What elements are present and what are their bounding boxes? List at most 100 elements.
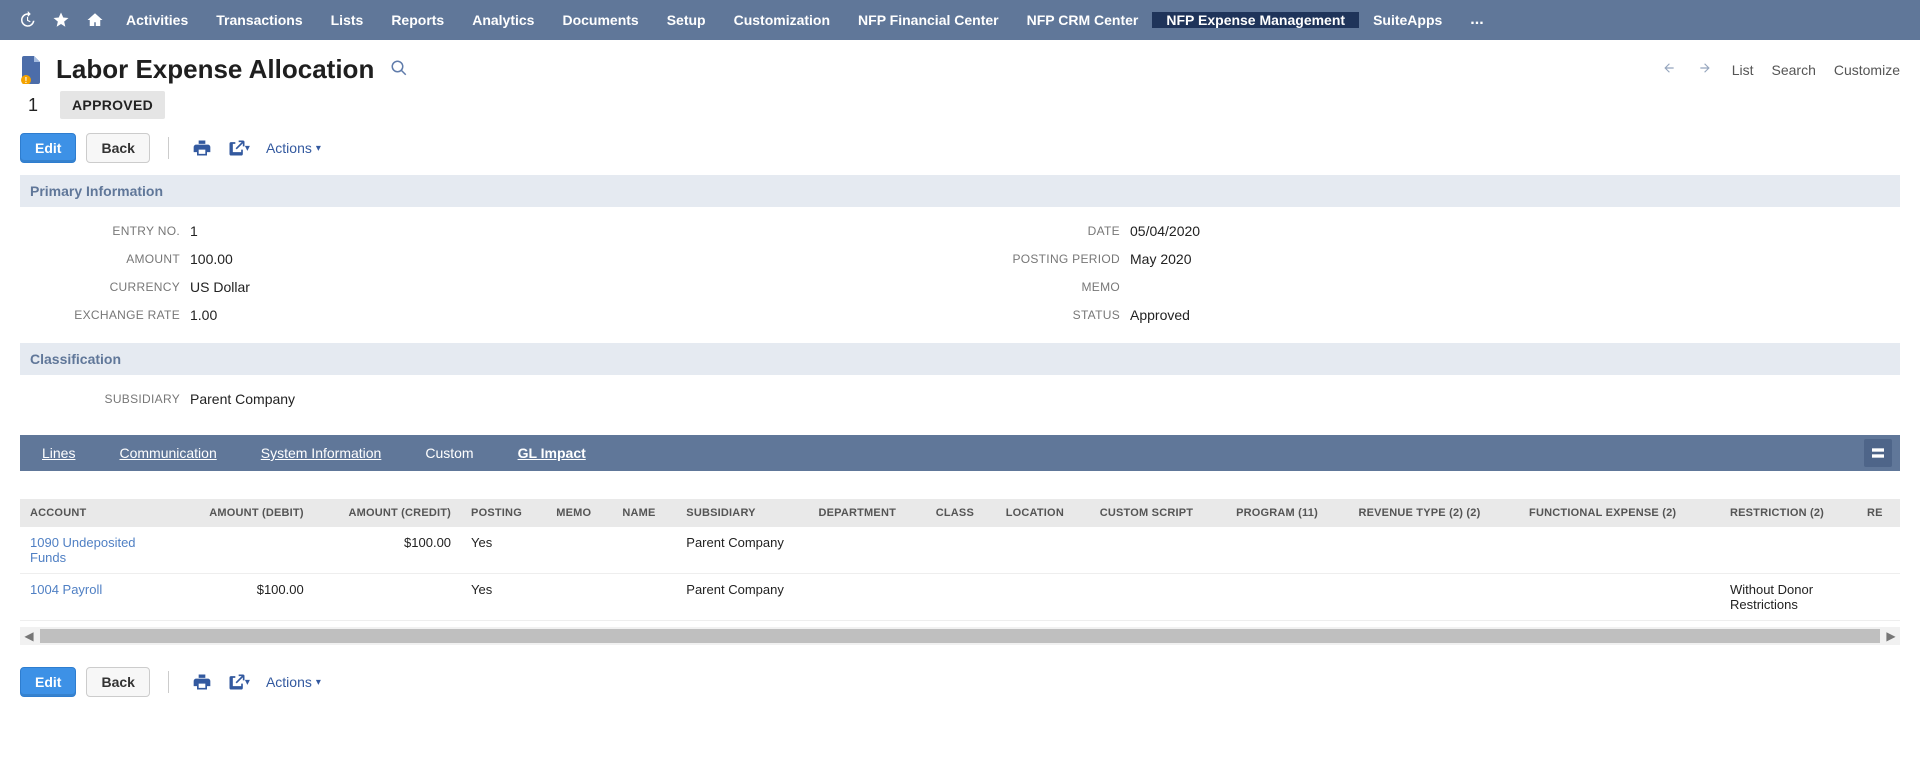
label-subsidiary: SUBSIDIARY xyxy=(20,392,190,406)
nav-item-lists[interactable]: Lists xyxy=(317,12,378,28)
home-icon[interactable] xyxy=(78,0,112,40)
col-program[interactable]: PROGRAM (11) xyxy=(1226,499,1348,527)
cell-program xyxy=(1226,574,1348,621)
cell-revenue-type xyxy=(1348,574,1519,621)
new-split-icon[interactable]: ▾ xyxy=(227,133,250,163)
cell-amount-credit: $100.00 xyxy=(314,527,461,574)
nav-item-customization[interactable]: Customization xyxy=(720,12,844,28)
col-class[interactable]: CLASS xyxy=(926,499,996,527)
print-icon-bottom[interactable] xyxy=(187,667,217,697)
tab-system-information[interactable]: System Information xyxy=(239,445,404,461)
cell-subsidiary: Parent Company xyxy=(676,574,808,621)
col-custom-script[interactable]: CUSTOM SCRIPT xyxy=(1090,499,1226,527)
star-icon[interactable] xyxy=(44,0,78,40)
history-icon[interactable] xyxy=(10,0,44,40)
cell-name xyxy=(612,574,676,621)
tab-gl-impact[interactable]: GL Impact xyxy=(496,445,608,461)
field-memo: MEMO xyxy=(960,273,1900,301)
actions-dropdown[interactable]: Actions ▾ xyxy=(266,140,321,156)
nav-item-nfp-crm-center[interactable]: NFP CRM Center xyxy=(1013,12,1153,28)
new-split-icon-bottom[interactable]: ▾ xyxy=(227,667,250,697)
view-toggle-icon[interactable] xyxy=(1864,439,1892,467)
col-amount-credit[interactable]: AMOUNT (CREDIT) xyxy=(314,499,461,527)
table-header-row: ACCOUNT AMOUNT (DEBIT) AMOUNT (CREDIT) P… xyxy=(20,499,1900,527)
actions-label: Actions xyxy=(266,674,312,690)
horizontal-scrollbar[interactable]: ◀ ▶ xyxy=(20,627,1900,645)
tab-lines[interactable]: Lines xyxy=(20,445,97,461)
cell-re-truncated xyxy=(1857,527,1900,574)
nav-item-setup[interactable]: Setup xyxy=(653,12,720,28)
nav-item-suiteapps[interactable]: SuiteApps xyxy=(1359,12,1456,28)
nav-item-nfp-expense-management[interactable]: NFP Expense Management xyxy=(1152,12,1359,28)
search-icon[interactable] xyxy=(390,59,408,80)
col-memo[interactable]: MEMO xyxy=(546,499,612,527)
edit-button-bottom[interactable]: Edit xyxy=(20,667,76,697)
nav-item-documents[interactable]: Documents xyxy=(548,12,652,28)
scroll-left-icon[interactable]: ◀ xyxy=(20,627,38,645)
nav-item-activities[interactable]: Activities xyxy=(112,12,202,28)
field-posting-period: POSTING PERIOD May 2020 xyxy=(960,245,1900,273)
col-re-truncated[interactable]: RE xyxy=(1857,499,1900,527)
section-header-classification: Classification xyxy=(20,343,1900,375)
col-restriction[interactable]: RESTRICTION (2) xyxy=(1720,499,1857,527)
search-link[interactable]: Search xyxy=(1772,62,1816,78)
nav-forward-arrow-icon[interactable] xyxy=(1696,61,1714,78)
nav-back-arrow-icon[interactable] xyxy=(1660,61,1678,78)
account-link[interactable]: 1090 Undeposited Funds xyxy=(30,535,140,565)
col-amount-debit[interactable]: AMOUNT (DEBIT) xyxy=(176,499,314,527)
actions-dropdown-bottom[interactable]: Actions ▾ xyxy=(266,674,321,690)
value-entry-no: 1 xyxy=(190,223,198,239)
classification-fields: SUBSIDIARY Parent Company xyxy=(0,375,1920,427)
col-department[interactable]: DEPARTMENT xyxy=(808,499,925,527)
cell-class xyxy=(926,574,996,621)
tab-communication[interactable]: Communication xyxy=(97,445,238,461)
col-posting[interactable]: POSTING xyxy=(461,499,546,527)
tab-bar: LinesCommunicationSystem InformationCust… xyxy=(20,435,1900,471)
table-row[interactable]: 1004 Payroll$100.00YesParent CompanyWith… xyxy=(20,574,1900,621)
cell-location xyxy=(996,527,1090,574)
col-revenue-type[interactable]: REVENUE TYPE (2) (2) xyxy=(1348,499,1519,527)
value-exchange-rate: 1.00 xyxy=(190,307,217,323)
account-link[interactable]: 1004 Payroll xyxy=(30,582,140,597)
status-badge: APPROVED xyxy=(60,91,165,119)
col-name[interactable]: NAME xyxy=(612,499,676,527)
back-button-bottom[interactable]: Back xyxy=(86,667,149,697)
cell-program xyxy=(1226,527,1348,574)
nav-more[interactable]: ... xyxy=(1456,0,1497,40)
col-location[interactable]: LOCATION xyxy=(996,499,1090,527)
col-account[interactable]: ACCOUNT xyxy=(20,499,176,527)
edit-button[interactable]: Edit xyxy=(20,133,76,163)
customize-link[interactable]: Customize xyxy=(1834,62,1900,78)
list-link[interactable]: List xyxy=(1732,62,1754,78)
nav-item-nfp-financial-center[interactable]: NFP Financial Center xyxy=(844,12,1013,28)
back-button[interactable]: Back xyxy=(86,133,149,163)
value-amount: 100.00 xyxy=(190,251,233,267)
print-icon[interactable] xyxy=(187,133,217,163)
value-date: 05/04/2020 xyxy=(1130,223,1200,239)
scroll-right-icon[interactable]: ▶ xyxy=(1882,627,1900,645)
primary-fields: ENTRY NO. 1 AMOUNT 100.00 CURRENCY US Do… xyxy=(0,207,1920,343)
nav-item-transactions[interactable]: Transactions xyxy=(202,12,316,28)
top-nav: ActivitiesTransactionsListsReportsAnalyt… xyxy=(0,0,1920,40)
field-amount: AMOUNT 100.00 xyxy=(20,245,960,273)
chevron-down-icon: ▾ xyxy=(245,677,250,688)
scrollbar-track[interactable] xyxy=(40,629,1880,643)
nav-item-reports[interactable]: Reports xyxy=(377,12,458,28)
cell-memo xyxy=(546,574,612,621)
tab-custom[interactable]: Custom xyxy=(403,445,495,461)
col-functional-expense[interactable]: FUNCTIONAL EXPENSE (2) xyxy=(1519,499,1720,527)
cell-account: 1090 Undeposited Funds xyxy=(20,527,176,574)
document-warning-icon: ! xyxy=(20,56,44,84)
chevron-down-icon: ▾ xyxy=(245,143,250,154)
cell-account: 1004 Payroll xyxy=(20,574,176,621)
cell-custom-script xyxy=(1090,527,1226,574)
nav-item-analytics[interactable]: Analytics xyxy=(458,12,548,28)
label-entry-no: ENTRY NO. xyxy=(20,224,190,238)
value-currency: US Dollar xyxy=(190,279,250,295)
col-subsidiary[interactable]: SUBSIDIARY xyxy=(676,499,808,527)
separator xyxy=(168,137,169,159)
table-row[interactable]: 1090 Undeposited Funds$100.00YesParent C… xyxy=(20,527,1900,574)
gl-impact-table: ACCOUNT AMOUNT (DEBIT) AMOUNT (CREDIT) P… xyxy=(20,499,1900,621)
cell-subsidiary: Parent Company xyxy=(676,527,808,574)
separator xyxy=(168,671,169,693)
